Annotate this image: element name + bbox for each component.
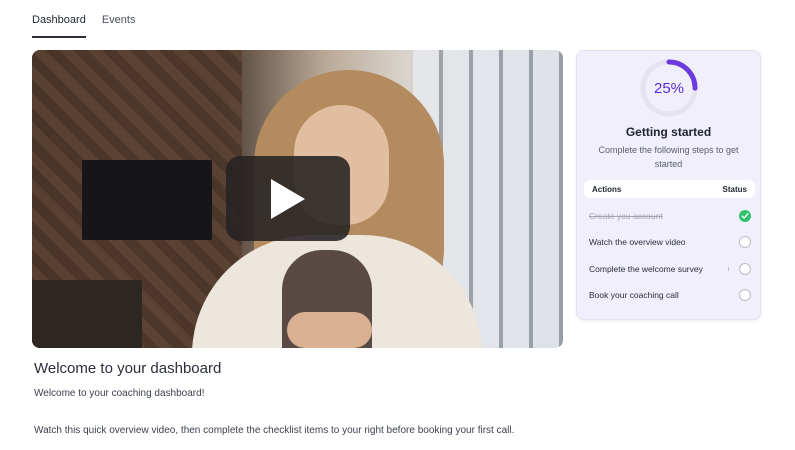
- tab-bar: Dashboard Events: [32, 0, 135, 38]
- instructions-text: Watch this quick overview video, then co…: [34, 425, 515, 436]
- getting-started-card: 25% Getting started Complete the followi…: [576, 50, 761, 320]
- checklist-header: Actions Status: [584, 180, 755, 198]
- card-title: Getting started: [625, 125, 712, 139]
- video-person-hands: [287, 312, 372, 348]
- info-icon[interactable]: i: [727, 266, 729, 273]
- checklist-item-label: Watch the overview video: [589, 237, 686, 247]
- checklist-item-welcome-survey[interactable]: Complete the welcome survey i: [589, 260, 751, 278]
- tab-dashboard[interactable]: Dashboard: [32, 0, 86, 38]
- checklist-item-create-account[interactable]: Create you account: [589, 207, 751, 225]
- video-background-tv: [82, 160, 212, 240]
- header-status: Status: [722, 184, 747, 194]
- video-background-shelf: [32, 280, 142, 348]
- status-circle-icon[interactable]: [739, 236, 751, 248]
- row-status-group: i: [727, 263, 751, 275]
- welcome-text: Welcome to your coaching dashboard!: [34, 388, 205, 399]
- overview-video-player[interactable]: [32, 50, 563, 348]
- checklist-item-book-call[interactable]: Book your coaching call: [589, 286, 751, 304]
- checklist-item-label: Book your coaching call: [589, 290, 679, 300]
- check-icon: [739, 210, 751, 222]
- checklist-item-label: Create you account: [589, 211, 663, 221]
- checklist-item-label: Complete the welcome survey: [589, 264, 703, 274]
- page-title: Welcome to your dashboard: [34, 360, 222, 377]
- card-subtitle: Complete the following steps to get star…: [598, 145, 739, 169]
- play-button[interactable]: [226, 156, 350, 241]
- status-circle-icon[interactable]: [739, 289, 751, 301]
- checklist-item-watch-video[interactable]: Watch the overview video: [589, 233, 751, 251]
- progress-percent: 25%: [653, 79, 685, 97]
- play-icon: [271, 178, 305, 219]
- tab-events[interactable]: Events: [102, 0, 136, 38]
- status-circle-icon[interactable]: [739, 263, 751, 275]
- header-actions: Actions: [592, 184, 622, 194]
